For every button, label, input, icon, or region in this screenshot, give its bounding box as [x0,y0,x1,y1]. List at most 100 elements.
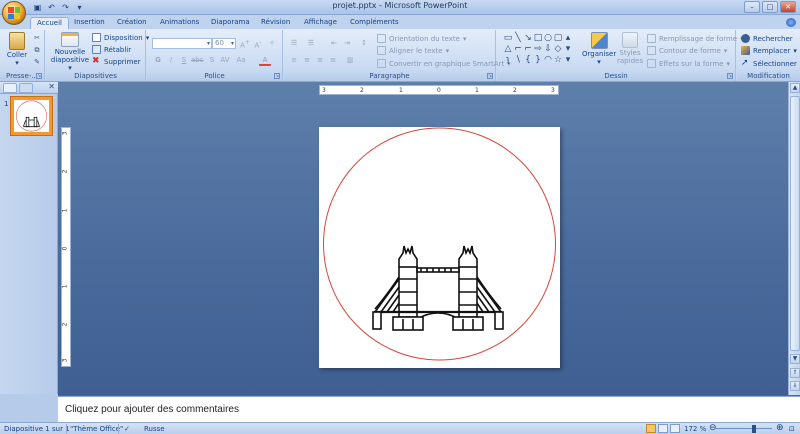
office-button[interactable] [2,1,26,25]
brace-right-shape-icon[interactable]: } [533,55,543,65]
tab-slides-icon[interactable] [3,83,17,93]
bold-icon[interactable]: G [152,55,164,66]
bullets-icon[interactable]: ☰ [288,38,300,49]
copy-icon[interactable]: ⧉ [31,45,43,56]
arrange-button[interactable]: Organiser ▾ [582,32,616,66]
zoom-in-icon[interactable]: ⊕ [776,424,784,433]
tab-creation[interactable]: Création [117,17,147,29]
elbow-shape-icon[interactable]: ⌐ [523,44,533,54]
tab-complements[interactable]: Compléments [350,17,399,29]
fit-to-window-icon[interactable]: ⊡ [789,424,795,434]
tab-insertion[interactable]: Insertion [74,17,105,29]
close-button[interactable]: ✕ [780,1,796,13]
shadow-icon[interactable]: S [206,55,218,66]
format-painter-icon[interactable]: ✎ [31,57,43,68]
brace-left-shape-icon[interactable]: { [523,55,533,65]
scroll-up-icon[interactable]: ▲ [790,83,800,93]
curved-line-shape-icon[interactable]: ◠ [543,55,553,65]
slideshow-button[interactable] [670,424,680,433]
minimize-button[interactable]: – [744,1,760,13]
align-center-icon[interactable]: ≡ [301,55,313,66]
curve-shape-icon[interactable]: ʅ [503,55,513,65]
clear-format-icon[interactable]: ✧ [266,38,278,49]
increase-indent-icon[interactable]: ⇥ [341,38,353,49]
clipboard-launcher-icon[interactable]: ↘ [36,73,42,79]
cut-icon[interactable]: ✂ [31,33,43,44]
paragraph-launcher-icon[interactable]: ↘ [487,73,493,79]
shape-outline-button[interactable]: Contour de forme ▾ [647,46,727,55]
line-shape-icon[interactable]: ╲ [513,33,523,43]
flowchart-shape-icon[interactable]: ◇ [553,44,563,54]
text-direction-button[interactable]: Orientation du texte ▾ [377,34,467,43]
rounded-rect-shape-icon[interactable]: ▢ [553,33,563,43]
textbox-shape-icon[interactable]: ▭ [503,33,513,43]
scrollbar-thumb[interactable] [790,96,800,351]
decrease-indent-icon[interactable]: ⇤ [328,38,340,49]
slide-thumbnail[interactable] [11,97,52,135]
zoom-slider[interactable] [716,428,772,429]
shrink-font-icon[interactable]: A- [252,38,264,49]
paste-button[interactable]: Coller ▾ [1,32,33,67]
drawing-launcher-icon[interactable]: ↘ [727,73,733,79]
previous-slide-icon[interactable]: ⇑ [790,368,800,378]
align-left-icon[interactable]: ≡ [288,55,300,66]
strikethrough-icon[interactable]: abc [191,55,204,66]
down-arrow-shape-icon[interactable]: ⇩ [543,44,553,54]
grow-font-icon[interactable]: A+ [239,38,251,49]
tab-outline-icon[interactable] [19,83,33,93]
help-icon[interactable] [786,18,796,27]
vertical-scrollbar[interactable]: ▲ ▼ ⇑ ⇓ [788,82,800,395]
align-right-icon[interactable]: ≡ [314,55,326,66]
smartart-button[interactable]: Convertir en graphique SmartArt ▾ [377,59,511,68]
close-panel-icon[interactable]: ✕ [48,82,55,91]
shape-fill-button[interactable]: Remplissage de forme ▾ [647,34,744,43]
scroll-down-icon[interactable]: ▼ [790,354,800,364]
normal-view-button[interactable] [646,424,656,433]
select-button[interactable]: ➚ Sélectionner ▾ [741,59,800,68]
tab-diaporama[interactable]: Diaporama [211,17,250,29]
expand-shapes-icon[interactable]: ▾ [563,55,573,65]
triangle-shape-icon[interactable]: △ [503,44,513,54]
align-text-button[interactable]: Aligner le texte ▾ [377,46,449,55]
zoom-level[interactable]: 172 % [684,424,706,434]
font-size-combo[interactable]: 60 ▾ [212,38,236,49]
char-spacing-icon[interactable]: AV [219,55,231,66]
scroll-shapes-icon[interactable]: ▾ [563,44,573,54]
font-color-icon[interactable]: A [259,55,271,66]
underline-icon[interactable]: S [178,55,190,66]
tab-affichage[interactable]: Affichage [304,17,337,29]
line-spacing-icon[interactable]: ↕ [358,38,370,49]
delete-slide-button[interactable]: ✖ Supprimer [92,57,141,66]
slide-canvas[interactable] [319,127,560,368]
zoom-slider-handle[interactable] [752,425,756,433]
numbering-icon[interactable]: ☰ [305,38,317,49]
arrow-shape-icon[interactable]: ↘ [523,33,533,43]
connector-shape-icon[interactable]: ⌐ [513,44,523,54]
theme-name[interactable]: "Thème Office" [70,424,123,434]
tab-revision[interactable]: Révision [261,17,290,29]
oval-shape-icon[interactable]: ○ [543,33,553,43]
find-button[interactable]: Rechercher [741,34,793,43]
replace-button[interactable]: Remplacer ▾ [741,46,797,55]
star-shape-icon[interactable]: ☆ [553,55,563,65]
new-slide-button[interactable]: Nouvelle diapositive ▾ [50,32,90,72]
layout-button[interactable]: Disposition ▾ [92,33,149,42]
bracket-shape-icon[interactable]: ∖ [513,55,523,65]
next-slide-icon[interactable]: ⇓ [790,381,800,391]
columns-icon[interactable]: ▥ [344,55,356,66]
spellcheck-icon[interactable]: ✓ [124,424,130,434]
italic-icon[interactable]: I [165,55,177,66]
font-name-combo[interactable]: ▾ [152,38,212,49]
notes-pane[interactable]: Cliquez pour ajouter des commentaires [58,396,800,422]
justify-icon[interactable]: ≡ [327,55,339,66]
slide-sorter-button[interactable] [658,424,668,433]
reset-button[interactable]: Rétablir [92,45,131,54]
change-case-icon[interactable]: Aa [235,55,247,66]
font-launcher-icon[interactable]: ↘ [274,73,280,79]
language-indicator[interactable]: Russe [144,424,165,434]
rectangle-shape-icon[interactable]: □ [533,33,543,43]
tab-animations[interactable]: Animations [160,17,199,29]
quick-styles-button[interactable]: Styles rapides [617,32,643,65]
maximize-button[interactable]: □ [762,1,778,13]
more-shapes-icon[interactable]: ▴ [563,33,573,43]
